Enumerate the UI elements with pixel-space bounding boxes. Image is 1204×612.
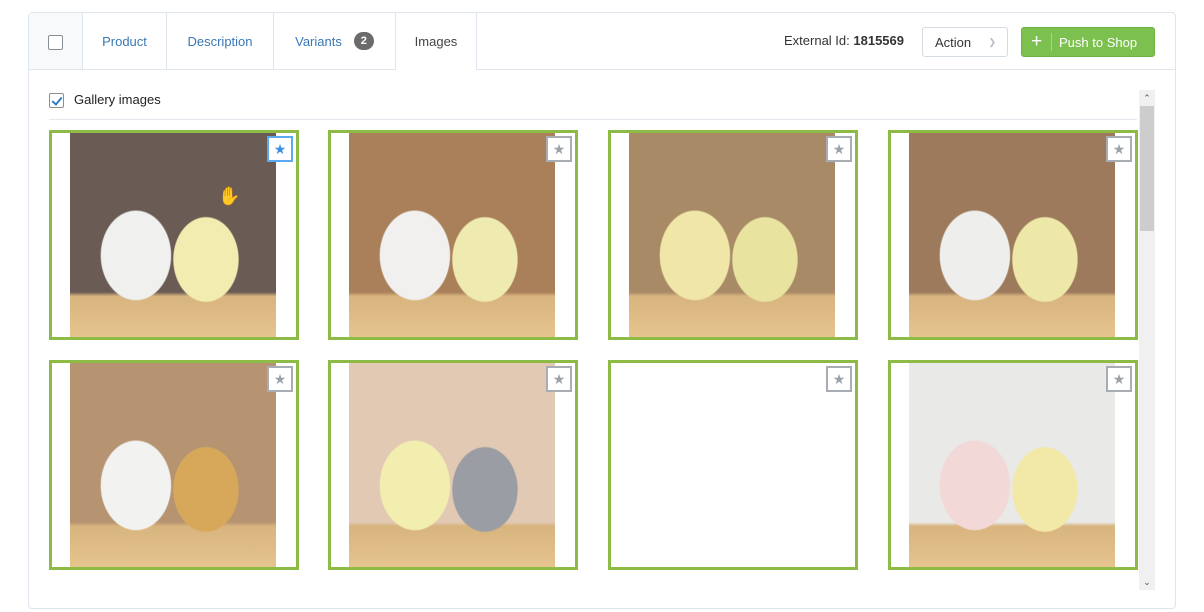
product-image <box>349 133 555 337</box>
gallery-image-tile[interactable]: ★ <box>608 130 858 340</box>
tab-label: Description <box>187 33 253 49</box>
select-all-cell <box>29 13 83 69</box>
tab-variants[interactable]: Variants 2 <box>274 13 396 69</box>
gallery-image-tile[interactable]: ★ <box>888 130 1138 340</box>
scroll-up-icon[interactable]: ⌃ <box>1139 90 1155 106</box>
tab-bar: Product Description Variants 2 Images Ex… <box>29 13 1175 70</box>
gallery-image-tile[interactable]: ★ <box>49 130 299 340</box>
tab-images[interactable]: Images <box>396 13 477 70</box>
variants-count-badge: 2 <box>353 32 374 50</box>
star-icon: ★ <box>832 141 846 157</box>
action-label: Action <box>935 34 972 50</box>
external-id-label: External Id: <box>784 33 850 48</box>
gallery-image-tile[interactable]: ★ <box>49 360 299 570</box>
hand-cursor-icon: ✋ <box>218 186 241 206</box>
select-all-checkbox[interactable] <box>48 35 63 50</box>
scrollbar[interactable]: ⌃ ⌄ <box>1139 90 1155 590</box>
scroll-down-icon[interactable]: ⌄ <box>1139 574 1155 590</box>
star-icon: ★ <box>832 371 846 387</box>
product-image <box>349 363 555 567</box>
product-image <box>70 133 276 337</box>
set-primary-star-button[interactable]: ★ <box>546 366 572 392</box>
tab-description[interactable]: Description <box>167 13 274 69</box>
gallery-image-tile[interactable]: ★ <box>328 130 578 340</box>
divider <box>49 119 1137 120</box>
push-label: Push to Shop <box>1059 34 1138 50</box>
set-primary-star-button[interactable]: ★ <box>1106 136 1132 162</box>
set-primary-star-button[interactable]: ★ <box>1106 366 1132 392</box>
set-primary-star-button[interactable]: ★ <box>267 136 293 162</box>
star-icon: ★ <box>1112 371 1126 387</box>
gallery-image-tile[interactable]: ★ <box>328 360 578 570</box>
set-primary-star-button[interactable]: ★ <box>826 136 852 162</box>
set-primary-star-button[interactable]: ★ <box>546 136 572 162</box>
star-icon: ★ <box>552 371 566 387</box>
tab-label: Product <box>102 33 147 49</box>
product-image <box>909 133 1115 337</box>
gallery-images-label: Gallery images <box>74 92 161 107</box>
external-id: External Id: 1815569 <box>784 33 904 48</box>
external-id-value: 1815569 <box>853 33 905 48</box>
star-icon: ★ <box>552 141 566 157</box>
tab-product[interactable]: Product <box>83 13 167 69</box>
set-primary-star-button[interactable]: ★ <box>267 366 293 392</box>
push-to-shop-button[interactable]: + Push to Shop <box>1021 27 1155 57</box>
star-icon: ★ <box>1112 141 1126 157</box>
product-image <box>909 363 1115 567</box>
star-icon: ★ <box>273 141 287 157</box>
tab-label: Images <box>414 34 458 49</box>
gallery-image-tile[interactable]: ★ <box>888 360 1138 570</box>
tab-label: Variants <box>295 33 342 49</box>
plus-icon: + <box>1022 32 1052 51</box>
product-image <box>629 133 835 337</box>
action-dropdown[interactable]: Action ❯ <box>922 27 1008 57</box>
gallery-image-tile[interactable]: ★ <box>608 360 858 570</box>
product-panel: Product Description Variants 2 Images Ex… <box>28 12 1176 609</box>
star-icon: ★ <box>273 371 287 387</box>
product-image <box>70 363 276 567</box>
chevron-down-icon: ❯ <box>988 37 996 47</box>
gallery-images-checkbox[interactable] <box>49 93 64 108</box>
set-primary-star-button[interactable]: ★ <box>826 366 852 392</box>
scrollbar-thumb[interactable] <box>1140 106 1154 231</box>
